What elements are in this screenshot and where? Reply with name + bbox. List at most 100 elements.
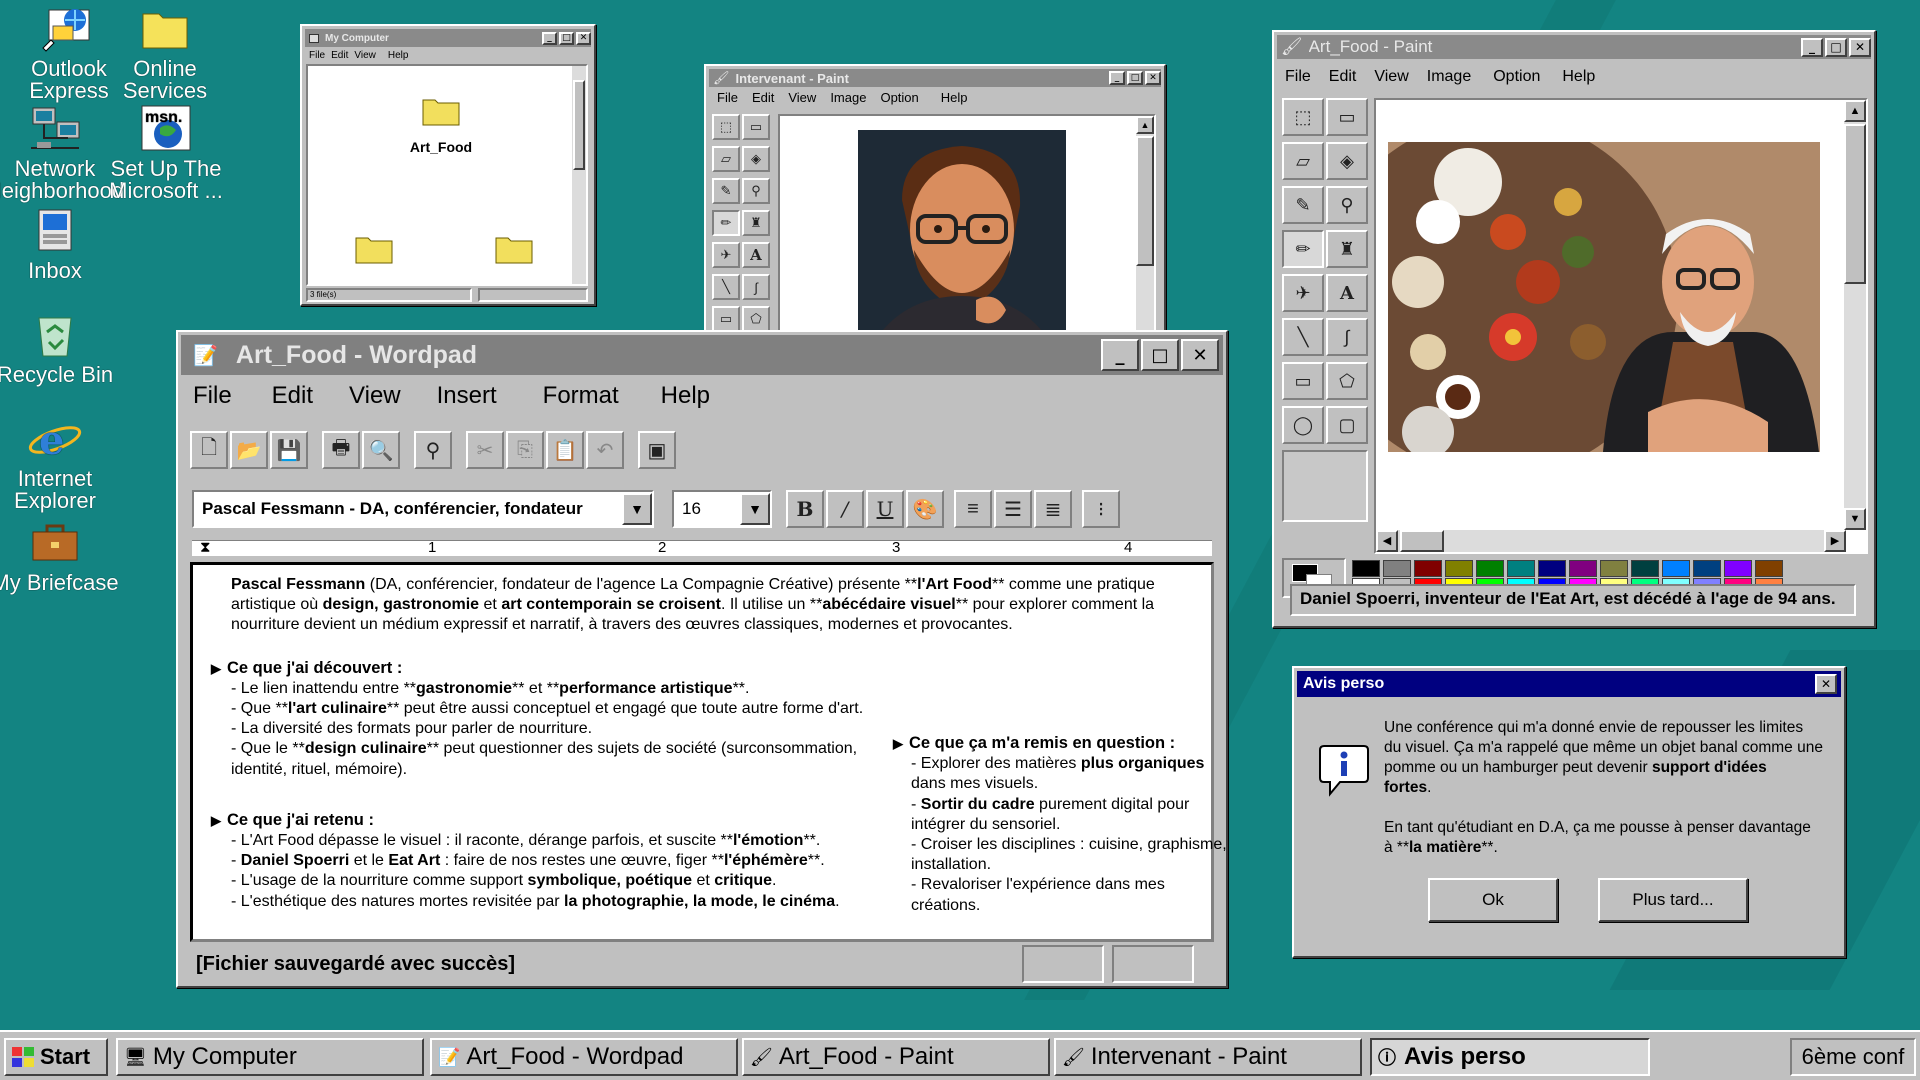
cut-button[interactable]: ✂ bbox=[466, 431, 504, 469]
menu-edit[interactable]: Edit bbox=[1329, 68, 1357, 86]
ruler[interactable]: ⧗ 1 2 3 4 bbox=[192, 539, 1212, 556]
scroll-thumb[interactable] bbox=[1844, 124, 1866, 284]
document-area[interactable]: Pascal Fessmann (DA, conférencier, fonda… bbox=[190, 562, 1227, 942]
menu-file[interactable]: File bbox=[717, 90, 738, 105]
curve-tool[interactable]: ∫ bbox=[1326, 318, 1368, 356]
portrait-image[interactable] bbox=[858, 130, 1066, 336]
art-food-folder[interactable]: Art_Food bbox=[396, 96, 486, 155]
rectangle-tool[interactable]: ▭ bbox=[712, 306, 740, 332]
minimize-button[interactable]: _ bbox=[1101, 339, 1139, 371]
horizontal-scrollbar[interactable]: ◀ ▶ bbox=[1376, 530, 1846, 552]
polygon-tool[interactable]: ⬠ bbox=[1326, 362, 1368, 400]
color-swatch[interactable] bbox=[1755, 560, 1783, 577]
plus-tard-button[interactable]: Plus tard... bbox=[1598, 878, 1748, 922]
menu-view[interactable]: View bbox=[354, 50, 376, 61]
color-swatch[interactable] bbox=[1569, 560, 1597, 577]
ruler-indent-marker[interactable]: ⧗ bbox=[200, 539, 211, 556]
minimize-button[interactable]: _ bbox=[1801, 37, 1823, 57]
eraser-tool[interactable]: ▱ bbox=[1282, 142, 1324, 180]
scroll-up-button[interactable]: ▲ bbox=[1844, 100, 1866, 122]
minimize-button[interactable]: _ bbox=[1109, 71, 1125, 85]
vertical-scrollbar[interactable]: ▲ bbox=[1136, 116, 1154, 334]
menu-view[interactable]: View bbox=[1374, 68, 1408, 86]
open-button[interactable]: 📂 bbox=[230, 431, 268, 469]
scroll-up-button[interactable]: ▲ bbox=[1136, 116, 1154, 134]
align-center-button[interactable]: ☰ bbox=[994, 490, 1032, 528]
color-swatch[interactable] bbox=[1507, 560, 1535, 577]
polygon-tool[interactable]: ⬠ bbox=[742, 306, 770, 332]
tool-options[interactable] bbox=[1282, 450, 1368, 522]
text-tool[interactable]: A bbox=[742, 242, 770, 268]
line-tool[interactable]: ╲ bbox=[1282, 318, 1324, 356]
scroll-thumb[interactable] bbox=[573, 80, 585, 170]
my-computer-titlebar[interactable]: My Computer _ □ ✕ bbox=[305, 29, 591, 47]
close-button[interactable]: ✕ bbox=[1849, 37, 1871, 57]
taskbar-item-my-computer[interactable]: 🖥 My Computer bbox=[116, 1038, 424, 1076]
menu-file[interactable]: File bbox=[309, 50, 325, 61]
rect-select-tool[interactable]: ▭ bbox=[1326, 98, 1368, 136]
insert-object-button[interactable]: ▣ bbox=[638, 431, 676, 469]
color-swatch[interactable] bbox=[1662, 560, 1690, 577]
color-swatch[interactable] bbox=[1383, 560, 1411, 577]
menu-file[interactable]: File bbox=[1285, 68, 1311, 86]
font-name-select[interactable]: Pascal Fessmann - DA, conférencier, fond… bbox=[192, 490, 654, 528]
free-select-tool[interactable]: ⬚ bbox=[1282, 98, 1324, 136]
scroll-thumb[interactable] bbox=[1400, 530, 1444, 552]
rounded-rect-tool[interactable]: ▢ bbox=[1326, 406, 1368, 444]
menu-help[interactable]: Help bbox=[1562, 68, 1595, 86]
desktop-icon-setup-msn[interactable]: msn. Set Up The Microsoft ... bbox=[91, 104, 241, 202]
paint-titlebar[interactable]: 🖌 Intervenant - Paint _ □ ✕ bbox=[709, 69, 1161, 87]
menu-edit[interactable]: Edit bbox=[752, 90, 774, 105]
scroll-left-button[interactable]: ◀ bbox=[1376, 530, 1398, 552]
magnifier-tool[interactable]: ⚲ bbox=[742, 178, 770, 204]
paint-titlebar[interactable]: 🖌 Art_Food - Paint _ □ ✕ bbox=[1277, 35, 1871, 59]
align-right-button[interactable]: ≣ bbox=[1034, 490, 1072, 528]
bold-button[interactable]: B bbox=[786, 490, 824, 528]
maximize-button[interactable]: □ bbox=[1141, 339, 1179, 371]
menu-option[interactable]: Option bbox=[880, 90, 918, 105]
menu-edit[interactable]: Edit bbox=[272, 382, 313, 410]
maximize-button[interactable]: □ bbox=[559, 31, 574, 45]
copy-button[interactable]: ⎘ bbox=[506, 431, 544, 469]
paste-button[interactable]: 📋 bbox=[546, 431, 584, 469]
folder-icon[interactable] bbox=[354, 234, 394, 266]
desktop-icon-my-briefcase[interactable]: My Briefcase bbox=[0, 518, 130, 594]
color-button[interactable]: 🎨 bbox=[906, 490, 944, 528]
ok-button[interactable]: Ok bbox=[1428, 878, 1558, 922]
scroll-down-button[interactable]: ▼ bbox=[1844, 508, 1866, 530]
bullets-button[interactable]: ⁝ bbox=[1082, 490, 1120, 528]
folder-icon[interactable] bbox=[494, 234, 534, 266]
menu-image[interactable]: Image bbox=[1427, 68, 1471, 86]
menu-insert[interactable]: Insert bbox=[437, 382, 497, 410]
scroll-thumb[interactable] bbox=[1136, 136, 1154, 266]
chevron-down-icon[interactable]: ▼ bbox=[622, 493, 652, 525]
minimize-button[interactable]: _ bbox=[542, 31, 557, 45]
scroll-right-button[interactable]: ▶ bbox=[1824, 530, 1846, 552]
color-swatch[interactable] bbox=[1600, 560, 1628, 577]
pencil-tool[interactable]: ✏ bbox=[712, 210, 740, 236]
rect-select-tool[interactable]: ▭ bbox=[742, 114, 770, 140]
close-button[interactable]: ✕ bbox=[1145, 71, 1161, 85]
pick-color-tool[interactable]: ✎ bbox=[712, 178, 740, 204]
color-swatch[interactable] bbox=[1538, 560, 1566, 577]
close-button[interactable]: ✕ bbox=[576, 31, 591, 45]
menu-help[interactable]: Help bbox=[661, 382, 710, 410]
eraser-tool[interactable]: ▱ bbox=[712, 146, 740, 172]
desktop-icon-recycle-bin[interactable]: Recycle Bin bbox=[0, 310, 130, 386]
maximize-button[interactable]: □ bbox=[1825, 37, 1847, 57]
menu-view[interactable]: View bbox=[349, 382, 401, 410]
pencil-tool[interactable]: ✏ bbox=[1282, 230, 1324, 268]
print-button[interactable]: 🖶 bbox=[322, 431, 360, 469]
menu-file[interactable]: File bbox=[193, 382, 232, 410]
undo-button[interactable]: ↶ bbox=[586, 431, 624, 469]
taskbar-item-wordpad[interactable]: 📝 Art_Food - Wordpad bbox=[430, 1038, 738, 1076]
color-swatch[interactable] bbox=[1724, 560, 1752, 577]
menu-view[interactable]: View bbox=[788, 90, 816, 105]
magnifier-tool[interactable]: ⚲ bbox=[1326, 186, 1368, 224]
align-left-button[interactable]: ≡ bbox=[954, 490, 992, 528]
desktop-icon-internet-explorer[interactable]: e Internet Explorer bbox=[0, 414, 130, 512]
airbrush-tool[interactable]: ✈ bbox=[1282, 274, 1324, 312]
system-tray[interactable]: 6ème conf bbox=[1790, 1038, 1916, 1076]
underline-button[interactable]: U bbox=[866, 490, 904, 528]
color-swatch[interactable] bbox=[1352, 560, 1380, 577]
